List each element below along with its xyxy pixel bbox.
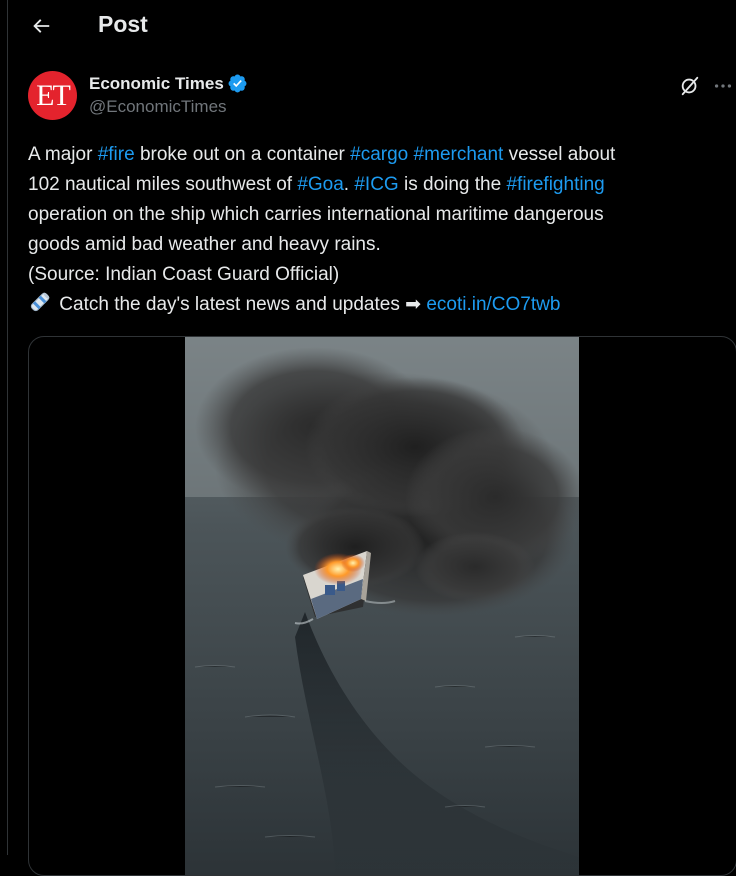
- tweet-line: 102 nautical miles southwest of #Goa. #I…: [28, 170, 728, 200]
- news-link[interactable]: ecoti.in/CO7twb: [426, 294, 560, 315]
- text-segment: broke out on a container: [134, 144, 351, 165]
- author-info: Economic Times @EconomicTimes: [89, 73, 248, 117]
- text-segment: .: [343, 174, 355, 195]
- tweet-line: A major #fire broke out on a container #…: [28, 140, 728, 170]
- video-player[interactable]: [28, 336, 736, 876]
- text-segment: Catch the day's latest news and updates …: [54, 294, 427, 315]
- author-handle[interactable]: @EconomicTimes: [89, 97, 248, 117]
- hashtag-goa[interactable]: #Goa: [297, 174, 343, 195]
- avatar[interactable]: ET: [28, 71, 77, 120]
- newspaper-roll-icon: [30, 292, 50, 312]
- hashtag-cargo[interactable]: #cargo: [350, 144, 408, 165]
- hashtag-firefighting[interactable]: #firefighting: [506, 174, 604, 195]
- burning-ship-video-image: [185, 337, 579, 875]
- tweet-text: A major #fire broke out on a container #…: [28, 140, 728, 320]
- hashtag-icg[interactable]: #ICG: [354, 174, 398, 195]
- text-segment: 102 nautical miles southwest of: [28, 174, 298, 195]
- tweet-line: (Source: Indian Coast Guard Official): [28, 264, 340, 285]
- verified-badge-icon[interactable]: [227, 73, 248, 94]
- text-segment: is doing the: [398, 174, 507, 195]
- tweet-line: goods amid bad weather and heavy rains.: [28, 234, 381, 255]
- video-frame[interactable]: [185, 337, 579, 875]
- grok-icon: [681, 76, 699, 96]
- post-column: Post ET Economic Times @EconomicTimes A …: [7, 0, 736, 876]
- text-segment: A major: [28, 144, 98, 165]
- tweet-line: operation on the ship which carries inte…: [28, 204, 604, 225]
- page-title: Post: [98, 11, 148, 37]
- hashtag-fire[interactable]: #fire: [98, 144, 135, 165]
- back-button[interactable]: [25, 10, 57, 42]
- more-button[interactable]: [710, 74, 736, 98]
- text-segment: vessel about: [503, 144, 616, 165]
- grok-button[interactable]: [678, 74, 702, 98]
- more-icon: [714, 84, 732, 88]
- avatar-text: ET: [36, 78, 71, 112]
- arrow-left-icon: [33, 19, 50, 33]
- post-header: Post: [8, 0, 736, 52]
- tweet-line: Catch the day's latest news and updates …: [28, 290, 728, 320]
- author-name[interactable]: Economic Times: [89, 74, 224, 94]
- hashtag-merchant[interactable]: #merchant: [414, 144, 504, 165]
